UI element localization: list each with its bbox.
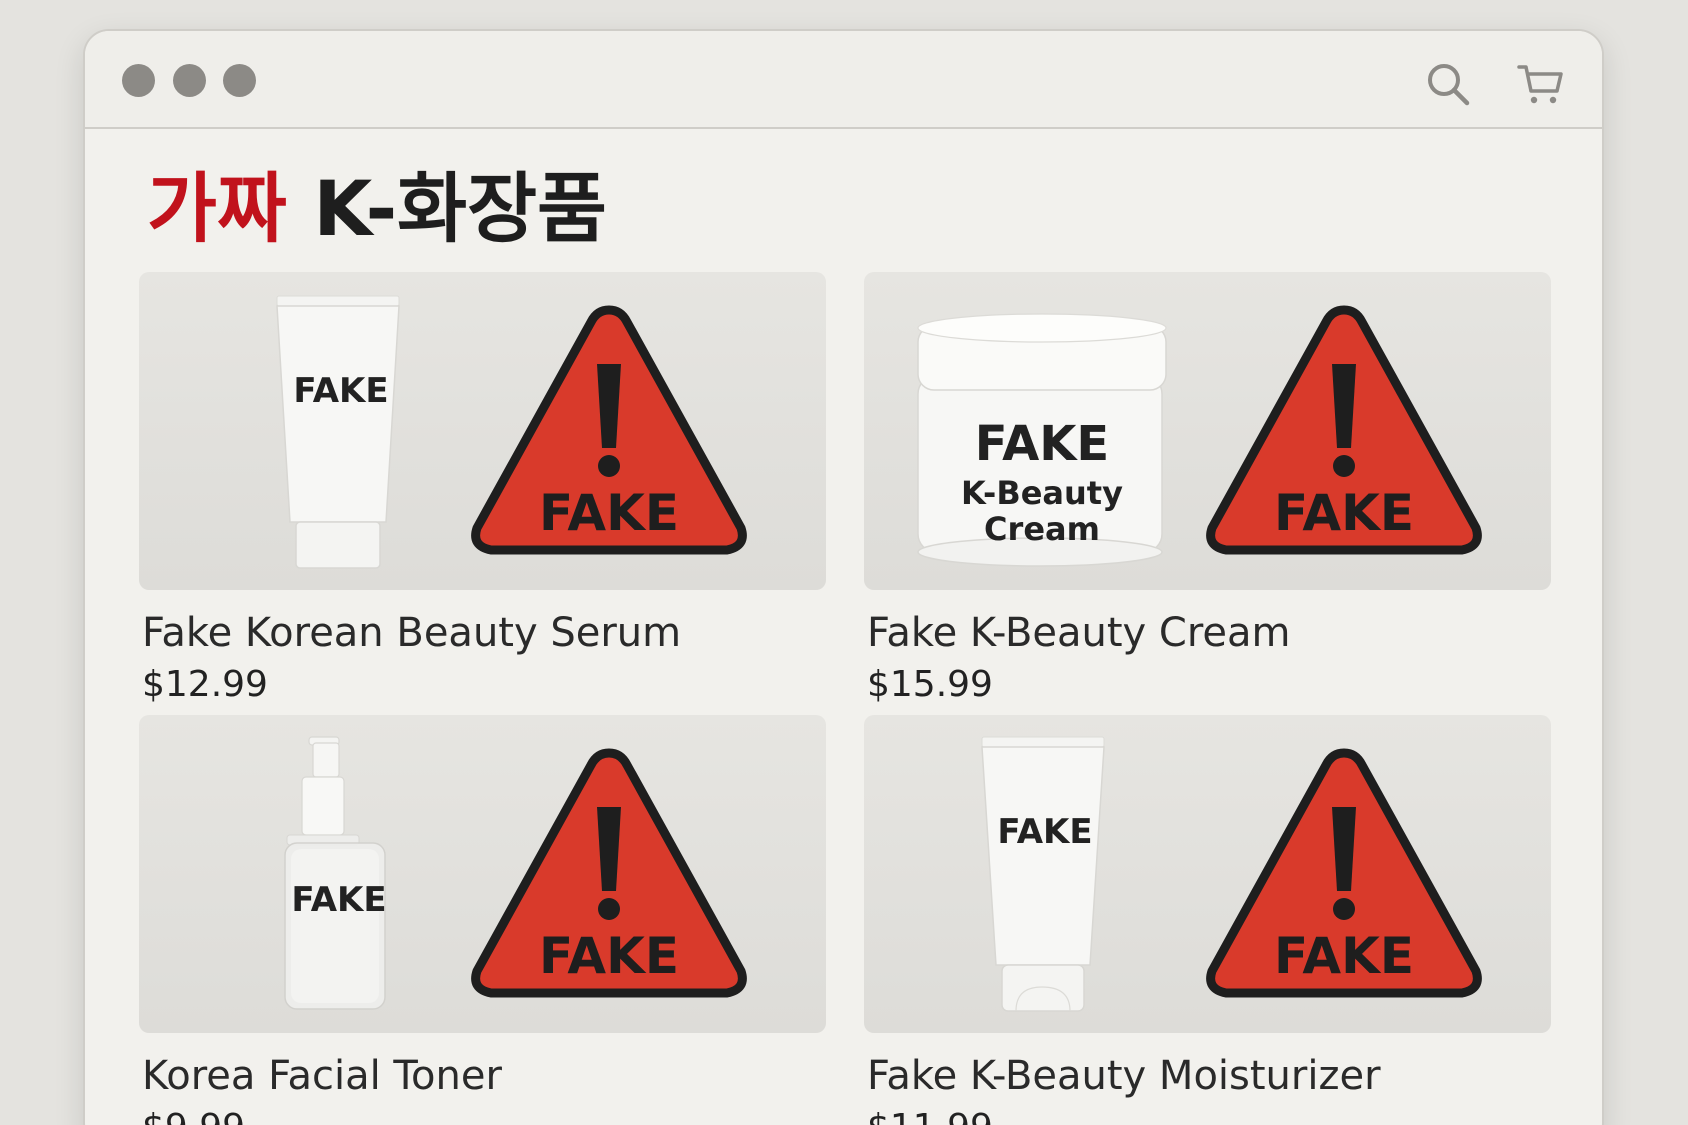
product-name[interactable]: Korea Facial Toner <box>142 1051 502 1101</box>
page-title: 가짜 K-화장품 <box>147 154 607 264</box>
page-title-main: K-화장품 <box>313 164 607 253</box>
product-price: $11.99 <box>867 1105 993 1125</box>
product-name[interactable]: Fake K-Beauty Moisturizer <box>867 1051 1381 1101</box>
product-label: FAKE <box>291 880 386 920</box>
product-label-line-3: Cream <box>984 510 1100 548</box>
window-minimize-dot[interactable] <box>173 64 206 97</box>
product-label: FAKE <box>293 371 388 411</box>
product-name[interactable]: Fake K-Beauty Cream <box>867 608 1291 658</box>
product-card[interactable]: FAKE FAKE Fake Korean Beauty Serum $12.9… <box>139 272 826 705</box>
product-image[interactable]: FAKE FAKE <box>139 272 826 590</box>
product-image[interactable]: FAKE K-Beauty Cream FAKE <box>864 272 1551 590</box>
warning-badge-text: FAKE <box>1274 484 1414 542</box>
product-price: $9.99 <box>142 1105 245 1125</box>
cart-icon[interactable] <box>1517 61 1563 107</box>
product-image[interactable]: FAKE FAKE <box>864 715 1551 1033</box>
page-title-accent: 가짜 <box>147 164 287 253</box>
warning-badge-text: FAKE <box>539 484 679 542</box>
warning-triangle-icon: FAKE <box>1206 748 1482 998</box>
title-bar <box>85 31 1602 129</box>
window-maximize-dot[interactable] <box>223 64 256 97</box>
warning-badge-text: FAKE <box>1274 927 1414 985</box>
warning-triangle-icon: FAKE <box>471 305 747 555</box>
product-label-line-1: FAKE <box>975 416 1109 472</box>
product-label-line-2: K-Beauty <box>961 474 1123 512</box>
product-label: FAKE <box>997 812 1092 852</box>
product-price: $12.99 <box>142 664 268 705</box>
warning-badge-text: FAKE <box>539 927 679 985</box>
product-price: $15.99 <box>867 664 993 705</box>
search-icon[interactable] <box>1425 61 1471 107</box>
product-card[interactable]: FAKE FAKE Korea Facial Toner $9.99 <box>139 715 826 1125</box>
product-name[interactable]: Fake Korean Beauty Serum <box>142 608 681 658</box>
warning-triangle-icon: FAKE <box>1206 305 1482 555</box>
product-card[interactable]: FAKE K-Beauty Cream FAKE Fake K-Beauty C… <box>864 272 1551 705</box>
product-card[interactable]: FAKE FAKE Fake K-Beauty Moisturizer $11.… <box>864 715 1551 1125</box>
browser-window: 가짜 K-화장품 FAKE FAKE Fake Korean Beauty Se… <box>83 29 1604 1125</box>
window-close-dot[interactable] <box>122 64 155 97</box>
product-image[interactable]: FAKE FAKE <box>139 715 826 1033</box>
warning-triangle-icon: FAKE <box>471 748 747 998</box>
